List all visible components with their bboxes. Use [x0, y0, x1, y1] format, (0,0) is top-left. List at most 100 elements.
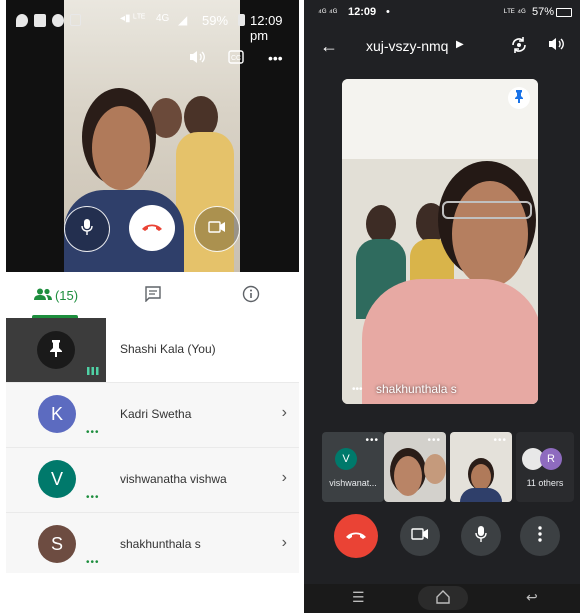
participant-tile-label: vishwanat... [329, 478, 377, 488]
gallery-icon [70, 14, 81, 26]
more-options-button[interactable] [520, 516, 560, 556]
pin-icon [514, 89, 524, 108]
signal-icon: ◂▮ ᴸᵀᴱ [120, 13, 146, 24]
home-icon [435, 589, 451, 610]
participant-name: shakhunthala s [120, 537, 201, 551]
status-bar: ◂▮ ᴸᵀᴱ 4G ◢ 59% 12:09 pm [6, 0, 299, 46]
svg-text:CC: CC [231, 55, 241, 62]
person-clothing [460, 488, 502, 502]
home-button[interactable] [418, 586, 468, 610]
main-speaker-video[interactable]: ••• shakhunthala s [342, 79, 538, 404]
avatar: K [38, 395, 76, 433]
person-face [394, 456, 422, 496]
caret-right-icon[interactable]: ▶ [456, 39, 464, 50]
back-arrow-icon[interactable]: ← [320, 36, 338, 57]
video-camera-icon [411, 527, 429, 545]
audio-indicator-icon: ••• [86, 427, 100, 438]
audio-level-icon [86, 362, 100, 380]
participant-list: Shashi Kala (You) K ••• Kadri Swetha › V… [6, 318, 299, 573]
clock: 12:09 pm [250, 13, 283, 43]
participant-tile[interactable]: ••• [384, 432, 446, 502]
end-call-button[interactable] [334, 514, 378, 558]
avatar: S [38, 525, 76, 563]
battery-icon [238, 14, 245, 26]
battery-icon [556, 8, 572, 17]
chevron-right-icon[interactable]: › [282, 469, 287, 487]
camera-button[interactable] [400, 516, 440, 556]
others-tile[interactable]: R 11 others [516, 432, 574, 502]
participant-name: Kadri Swetha [120, 407, 192, 421]
microphone-icon [475, 525, 487, 548]
participant-tile[interactable]: ••• V vishwanat... [322, 432, 384, 502]
left-phone-screen: CC ••• ◂▮ ᴸᵀᴱ 4G ◢ 59% 12:09 pm (15) Sha… [6, 0, 299, 573]
participant-row-self[interactable]: Shashi Kala (You) [6, 318, 299, 383]
audio-indicator-icon: ••• [86, 557, 100, 568]
whatsapp-icon [52, 14, 64, 27]
hangup-icon [345, 527, 367, 545]
more-options-icon[interactable]: ••• [493, 435, 507, 446]
lte-icon: ᴸᵀᴱ ⁴ᴳ [504, 7, 526, 17]
participant-row[interactable]: V ••• vishwanatha vishwa › [6, 448, 299, 513]
avatar: R [540, 448, 562, 470]
tab-people-label: (15) [54, 287, 79, 303]
clock: 12:09 [348, 6, 377, 18]
tab-bar: (15) [6, 272, 299, 319]
battery-percent: 57% [532, 6, 555, 18]
notification-dot-icon: • [386, 6, 390, 18]
yellow-clothing [176, 132, 234, 272]
participant-tile[interactable]: ••• [450, 432, 512, 502]
person-face [92, 106, 150, 190]
camera-button[interactable] [194, 206, 240, 252]
people-icon [33, 288, 52, 303]
video-camera-icon [208, 220, 226, 238]
pin-button[interactable] [508, 87, 530, 109]
more-options-icon[interactable]: ••• [268, 50, 283, 66]
avatar: V [38, 460, 76, 498]
ceiling [342, 79, 538, 159]
signal-bars-icon: ◢ [178, 13, 188, 27]
pin-icon [49, 339, 63, 362]
more-options-icon[interactable]: ••• [427, 435, 441, 446]
chevron-right-icon[interactable]: › [282, 534, 287, 552]
audio-indicator-icon: ••• [86, 492, 100, 503]
person-background-1 [366, 205, 396, 243]
tab-info[interactable] [226, 272, 276, 318]
tab-people[interactable]: (15) [26, 272, 86, 318]
end-call-button[interactable] [129, 205, 175, 251]
call-controls [304, 514, 580, 564]
microphone-icon [81, 218, 93, 241]
meeting-code[interactable]: xuj-vszy-nmq [366, 38, 448, 54]
right-phone-screen: ⁴ᴳ ⁴ᴳ 12:09 • ᴸᵀᴱ ⁴ᴳ 57% ← xuj-vszy-nmq … [304, 0, 580, 613]
pin-badge [37, 331, 75, 369]
microphone-button[interactable] [64, 206, 110, 252]
chat-icon [145, 285, 161, 305]
speaker-icon[interactable] [548, 37, 564, 56]
signal-icon: ⁴ᴳ ⁴ᴳ [318, 7, 338, 17]
meeting-top-bar: ← xuj-vszy-nmq ▶ [304, 32, 580, 62]
self-tile [6, 318, 106, 382]
person-face [471, 464, 491, 490]
chevron-right-icon[interactable]: › [282, 404, 287, 422]
more-options-icon[interactable]: ••• [352, 384, 363, 395]
menu-icon[interactable]: ☰ [352, 589, 365, 606]
avatar: V [335, 448, 357, 470]
microphone-button[interactable] [461, 516, 501, 556]
main-speaker-name: shakhunthala s [376, 382, 457, 396]
speaker-icon[interactable] [189, 50, 205, 69]
switch-camera-icon[interactable] [510, 36, 528, 59]
system-nav-bar: ☰ ↩ [304, 584, 580, 613]
more-vertical-icon [538, 525, 542, 547]
person-face-2 [424, 454, 446, 484]
participant-name: Shashi Kala (You) [120, 342, 216, 356]
participant-row[interactable]: S ••• shakhunthala s › [6, 513, 299, 573]
more-options-icon[interactable]: ••• [365, 435, 379, 446]
participant-row[interactable]: K ••• Kadri Swetha › [6, 383, 299, 448]
status-bar: ⁴ᴳ ⁴ᴳ 12:09 • ᴸᵀᴱ ⁴ᴳ 57% [304, 0, 580, 24]
location-icon [16, 14, 28, 27]
participant-name: vishwanatha vishwa [120, 472, 227, 486]
back-icon[interactable]: ↩ [526, 589, 538, 606]
others-count: 11 others [526, 478, 564, 488]
glasses [442, 201, 532, 219]
tab-chat[interactable] [128, 272, 178, 318]
captions-icon[interactable]: CC [228, 50, 244, 69]
